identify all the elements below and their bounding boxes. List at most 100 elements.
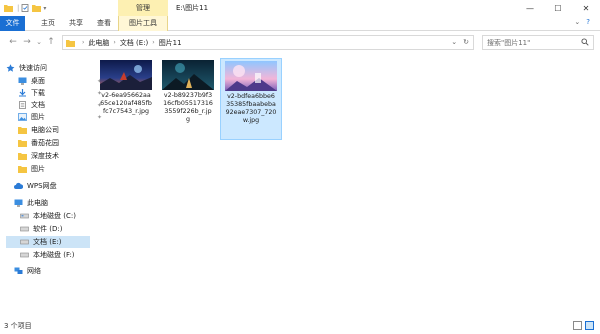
nav-label: 文档 [31,101,45,109]
file-name-line: 92eae7307_720 [225,109,277,116]
view-toggle [573,321,594,330]
file-name-line: v2-bdfea6bbe6 [227,93,275,100]
tab-share[interactable]: 共享 [64,16,88,31]
file-name: v2-b89237b9f3 16cfb05517316 3559f226b_r.… [158,92,218,124]
file-name-line: v2-6ea95662aa [101,92,151,99]
new-folder-icon[interactable] [32,4,42,12]
nav-drive-f[interactable]: 本地磁盘 (F:) [20,249,108,261]
nav-label: WPS网盘 [27,182,57,190]
nav-this-pc[interactable]: 此电脑 [14,197,102,209]
tab-home[interactable]: 主页 [36,16,60,31]
star-icon [6,64,15,72]
drive-icon [20,213,29,219]
breadcrumb-drive-e[interactable]: 文档 (E:) [120,38,148,48]
nav-item-downloads[interactable]: 下载 ✦ [18,87,106,99]
file-name: v2-6ea95662aa 65ce120af485fb fc7c7543_r.… [96,92,156,116]
cloud-icon [14,182,23,189]
file-name-line: fc7c7543_r.jpg [102,108,150,115]
tab-file[interactable]: 文件 [0,16,25,31]
nav-network[interactable]: 网络 [14,265,102,277]
image-thumbnail [225,61,277,91]
file-name-line: v2-b89237b9f3 [163,92,213,99]
chevron-down-icon[interactable]: ⌄ [451,38,457,46]
search-placeholder: 搜索"图片11" [487,38,531,47]
nav-label: 文档 (E:) [33,238,62,246]
nav-label: 此电脑 [27,199,48,207]
breadcrumb-this-pc[interactable]: 此电脑 [88,38,109,48]
up-button[interactable]: ↑ [46,36,56,48]
properties-icon[interactable] [21,4,30,12]
back-button[interactable]: ← [8,36,18,48]
nav-item-pictures[interactable]: 图片 ✦ [18,111,106,123]
nav-label: 下载 [31,89,45,97]
help-icon[interactable]: ? [586,18,590,26]
nav-label: 快速访问 [19,64,47,72]
file-list: v2-6ea95662aa 65ce120af485fb fc7c7543_r.… [96,56,600,318]
drive-icon [20,252,29,258]
nav-quick-access[interactable]: 快速访问 [6,62,94,74]
nav-wps-cloud[interactable]: WPS网盘 [14,180,102,192]
document-icon [19,101,26,109]
forward-button[interactable]: → [22,36,32,48]
nav-label: 桌面 [31,77,45,85]
file-name-line: 65ce120af485fb [100,100,152,107]
navigation-pane: 快速访问 桌面 ✦ 下载 ✦ 文档 ✦ 图片 ✦ 电脑公司 番茄花园 深度技术 … [0,56,102,318]
address-bar[interactable]: › 此电脑 › 文档 (E:) › 图片11 ⌄ ↻ [62,35,474,50]
folder-icon[interactable] [4,4,13,12]
search-input[interactable]: 搜索"图片11" [482,35,594,50]
desktop-icon [18,77,27,85]
window-title: E:\图片11 [176,4,209,12]
breadcrumb-folder[interactable]: 图片11 [159,38,182,48]
tab-view[interactable]: 查看 [92,16,116,31]
address-tools: ⌄ ↻ [451,38,469,46]
folder-icon [18,127,27,134]
ribbon-right-tools: ⌄ ? [574,18,590,26]
file-item-selected[interactable]: v2-bdfea6bbe6 35385fbaabeba 92eae7307_72… [220,58,282,140]
nav-label: 本地磁盘 (F:) [33,251,75,259]
nav-label: 软件 (D:) [33,225,63,233]
nav-label: 图片 [31,165,45,173]
address-row: ← → ⌄ ↑ › 此电脑 › 文档 (E:) › 图片11 ⌄ ↻ 搜索"图片… [0,32,600,52]
folder-icon [18,166,27,173]
chevron-right-icon: › [152,39,155,46]
file-name-line: w.jpg [242,117,260,124]
maximize-button[interactable]: ☐ [544,0,572,16]
image-thumbnail [100,60,152,90]
refresh-icon[interactable]: ↻ [463,38,469,46]
tab-picture-tools[interactable]: 图片工具 [118,16,168,31]
item-count: 3 个项目 [4,322,32,330]
file-name-line: 3559f226b_r.jp [164,108,212,115]
nav-label: 深度技术 [31,152,59,160]
recent-locations-button[interactable]: ⌄ [34,36,44,48]
large-icons-view-icon[interactable] [585,321,594,330]
nav-label: 本地磁盘 (C:) [33,212,76,220]
nav-item-folder-3[interactable]: 深度技术 [18,150,106,162]
minimize-button[interactable]: — [516,0,544,16]
image-thumbnail [162,60,214,90]
nav-drive-c[interactable]: 本地磁盘 (C:) [20,210,108,222]
window-controls: — ☐ ✕ [516,0,600,16]
nav-item-folder-4[interactable]: 图片 [18,163,106,175]
search-icon [581,38,589,46]
close-button[interactable]: ✕ [572,0,600,16]
nav-item-folder-2[interactable]: 番茄花园 [18,137,106,149]
file-item[interactable]: v2-b89237b9f3 16cfb05517316 3559f226b_r.… [158,58,220,140]
file-name-line: 16cfb05517316 [163,100,213,107]
nav-item-folder-1[interactable]: 电脑公司 [18,124,106,136]
title-bar: | ▾ 管理 E:\图片11 — ☐ ✕ [0,0,600,16]
details-view-icon[interactable] [573,321,582,330]
nav-label: 图片 [31,113,45,121]
expand-ribbon-icon[interactable]: ⌄ [574,18,580,26]
ribbon-tabs: 文件 主页 共享 查看 图片工具 ⌄ ? [0,16,600,31]
drive-icon [20,239,29,245]
nav-drive-e[interactable]: 文档 (E:) [6,236,90,248]
nav-item-documents[interactable]: 文档 ✦ [18,99,106,111]
computer-icon [14,199,23,207]
nav-drive-d[interactable]: 软件 (D:) [20,223,108,235]
folder-icon [18,153,27,160]
status-bar: 3 个项目 [0,318,600,334]
file-item[interactable]: v2-6ea95662aa 65ce120af485fb fc7c7543_r.… [96,58,158,140]
nav-item-desktop[interactable]: 桌面 ✦ [18,75,106,87]
customize-toolbar-icon[interactable]: ▾ [43,5,46,12]
folder-icon [66,39,75,47]
